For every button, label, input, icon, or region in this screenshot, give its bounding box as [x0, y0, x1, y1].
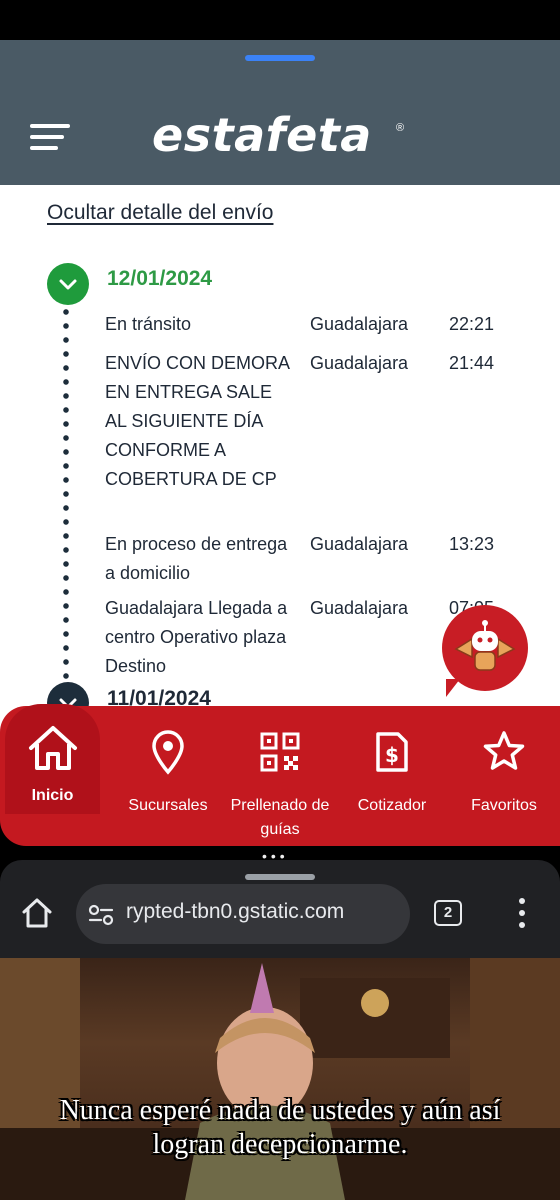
browser-home-icon[interactable] — [20, 896, 54, 930]
nav-item-favoritos[interactable]: Favoritos — [458, 706, 550, 846]
meme-caption-line-2: logran decepcionarme. — [152, 1129, 408, 1160]
nav-label: Sucursales — [128, 797, 208, 814]
hide-detail-link[interactable]: Ocultar detalle del envío — [47, 201, 273, 225]
nav-label: Cotizador — [357, 797, 427, 814]
event-time: 22:21 — [449, 314, 495, 334]
meme-scene — [0, 958, 560, 1200]
home-icon — [29, 726, 77, 770]
hamburger-menu-icon[interactable] — [30, 124, 70, 152]
event-description: En tránsito — [105, 314, 192, 334]
date-expanded-icon[interactable] — [47, 263, 89, 305]
star-icon — [483, 731, 525, 770]
event-city: Guadalajara — [310, 314, 409, 334]
brand-logo: estafeta — [152, 108, 372, 162]
dollar-document-icon: $ — [376, 732, 408, 772]
nav-item-cotizador[interactable]: $ Cotizador — [342, 706, 442, 846]
url-text: rypted-tbn0.gstatic.com — [126, 900, 345, 923]
site-settings-icon[interactable] — [88, 904, 114, 926]
nav-item-sucursales[interactable]: Sucursales — [118, 706, 218, 846]
nav-label: Favoritos — [471, 797, 537, 814]
event-description: Guadalajara Llegada a centro Operativo p… — [105, 598, 288, 676]
tab-switcher-button[interactable]: 2 — [434, 900, 462, 926]
chatbot-robot-icon[interactable] — [442, 605, 528, 697]
event-city: Guadalajara — [310, 598, 409, 618]
location-pin-icon — [152, 730, 184, 775]
nav-label: Prellenado de guías — [230, 797, 330, 838]
nav-label: Inicio — [31, 787, 74, 804]
qr-code-icon — [260, 732, 300, 772]
meme-image: Nunca esperé nada de ustedes y aún así l… — [0, 958, 560, 1200]
date-heading: 12/01/2024 — [107, 267, 213, 290]
event-city: Guadalajara — [310, 353, 409, 373]
nav-item-prellenado[interactable]: Prellenado de guías — [228, 706, 332, 846]
drag-handle[interactable] — [245, 55, 315, 61]
browser-drag-handle[interactable] — [245, 874, 315, 880]
event-time: 13:23 — [449, 534, 495, 554]
timeline-event: ENVÍO CON DEMORA EN ENTREGA SALE AL SIGU… — [105, 349, 525, 524]
app-header: estafeta ® — [0, 40, 560, 185]
meme-caption-line-1: Nunca esperé nada de ustedes y aún así — [59, 1095, 501, 1126]
timeline-dots — [63, 305, 69, 685]
bottom-navigation: Inicio Sucursales Prellenado de guías $ — [0, 704, 560, 846]
browser-toolbar: rypted-tbn0.gstatic.com 2 — [0, 860, 560, 958]
url-bar[interactable]: rypted-tbn0.gstatic.com — [76, 884, 410, 944]
timeline-event: En tránsito Guadalajara 22:21 — [105, 310, 525, 340]
event-time: 21:44 — [449, 353, 495, 373]
event-city: Guadalajara — [310, 534, 409, 554]
event-description: En proceso de entrega a domicilio — [105, 534, 288, 583]
nav-item-inicio[interactable]: Inicio — [5, 704, 100, 814]
overflow-menu-icon[interactable] — [512, 898, 532, 930]
event-description: ENVÍO CON DEMORA EN ENTREGA SALE AL SIGU… — [105, 353, 290, 489]
status-bar — [0, 0, 560, 40]
timeline-event: En proceso de entrega a domicilio Guadal… — [105, 530, 525, 590]
registered-mark: ® — [396, 122, 405, 134]
svg-text:$: $ — [385, 743, 399, 767]
